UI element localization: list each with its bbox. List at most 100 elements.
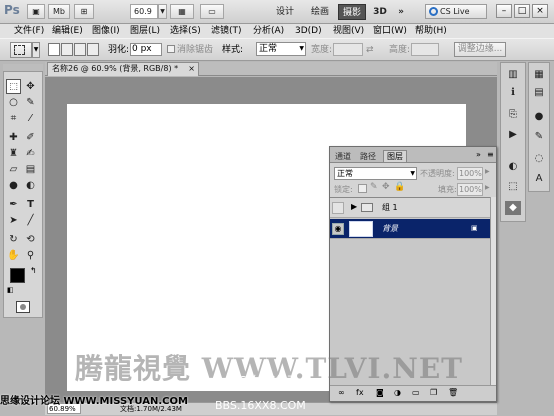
zoom-level-field[interactable]: 60.9 [130,4,158,19]
swap-colors-icon[interactable]: ↰ [30,266,37,275]
style-select[interactable]: 正常 ▼ [256,42,306,56]
lock-transparent-button[interactable] [358,184,367,193]
menu-layer[interactable]: 图层(L) [130,25,160,37]
close-tab-icon[interactable]: × [188,63,195,75]
antialias-checkbox[interactable] [167,45,175,53]
gradient-tool-icon[interactable]: ▤ [23,162,38,177]
extras-button[interactable]: ⊞ [74,4,94,19]
maximize-button[interactable]: □ [514,4,530,18]
3d-orbit-tool-icon[interactable]: ⟲ [23,232,38,247]
opacity-dropdown-icon[interactable]: ▶ [485,168,490,175]
swatches-icon[interactable]: ▤ [531,86,547,100]
rectangular-marquee-tool-icon[interactable]: ⬚ [6,79,21,94]
tool-preset-dropdown[interactable]: ▼ [32,42,40,58]
more-workspaces-button[interactable]: » [393,4,409,20]
menu-view[interactable]: 视图(V) [333,25,364,37]
move-tool-icon[interactable]: ✥ [23,79,38,94]
expand-triangle-icon[interactable]: ▶ [351,202,357,211]
arrange-documents-button[interactable]: ▦ [170,4,194,19]
layer-mask-icon[interactable]: ◙ [376,388,384,397]
path-selection-tool-icon[interactable]: ➤ [6,213,21,228]
workspace-photography[interactable]: 摄影 [338,4,366,20]
width-input[interactable] [333,43,363,56]
histogram-icon[interactable]: ▥ [505,68,521,82]
layer-row-background[interactable]: ◉ 背景 ▣ [330,219,490,239]
pen-tool-icon[interactable]: ✒ [6,197,21,212]
type-tool-icon[interactable]: T [23,197,38,212]
lock-all-icon[interactable]: 🔒 [394,182,405,192]
masks-icon[interactable]: ⬚ [505,180,521,194]
quick-mask-button[interactable] [16,301,30,313]
menu-help[interactable]: 帮助(H) [415,25,447,37]
lasso-tool-icon[interactable]: ○ [6,95,21,110]
blend-mode-select[interactable]: 正常 ▼ [334,167,417,180]
default-colors-icon[interactable]: ◧ [7,286,14,294]
color-panel-icon[interactable]: ▦ [531,68,547,82]
tab-layers[interactable]: 图层 [383,150,407,162]
bridge-button[interactable]: ▣ [27,4,45,19]
layer-style-icon[interactable]: fx [356,388,364,397]
mini-bridge-button[interactable]: Mb [48,4,70,19]
fill-input[interactable]: 100% [457,183,483,196]
foreground-color-swatch[interactable] [10,268,25,283]
blur-tool-icon[interactable]: ● [6,178,21,193]
menu-window[interactable]: 窗口(W) [373,25,407,37]
clone-source-icon[interactable]: ◌ [531,152,547,166]
menu-analysis[interactable]: 分析(A) [253,25,284,37]
workspace-3d[interactable]: 3D [369,4,391,20]
layers-panel-icon[interactable]: ◆ [505,201,521,215]
clone-stamp-tool-icon[interactable]: ♜ [6,146,21,161]
link-layers-icon[interactable]: ∞ [338,388,345,397]
refine-edge-button[interactable]: 调整边缘... [454,42,506,57]
document-tab[interactable]: 名称26 @ 60.9% (背景, RGB/8) * × [47,62,199,76]
eraser-tool-icon[interactable]: ▱ [6,162,21,177]
close-button[interactable]: × [532,4,548,18]
opacity-input[interactable]: 100% [457,167,483,180]
new-layer-icon[interactable]: ❐ [430,388,437,397]
menu-edit[interactable]: 编辑(E) [52,25,83,37]
adjustments-icon[interactable]: ◐ [505,160,521,174]
hand-tool-icon[interactable]: ✋ [6,248,21,263]
fill-dropdown-icon[interactable]: ▶ [485,184,490,191]
tab-channels[interactable]: 通道 [333,151,353,163]
new-group-icon[interactable]: ▭ [412,388,420,397]
height-input[interactable] [411,43,439,56]
lock-pixels-icon[interactable]: ✎ [370,182,378,192]
actions-icon[interactable]: ▶ [505,128,521,142]
trash-icon[interactable]: 🗑 [448,388,458,397]
lock-position-icon[interactable]: ✥ [382,182,390,192]
menu-image[interactable]: 图像(I) [92,25,120,37]
workspace-design[interactable]: 设计 [270,4,300,20]
panel-menu-icon[interactable]: ≡ [487,150,494,159]
menu-filter[interactable]: 滤镜(T) [211,25,242,37]
info-icon[interactable]: ℹ [505,86,521,100]
adjustment-layer-icon[interactable]: ◑ [394,388,401,397]
intersect-selection-button[interactable] [87,43,99,56]
crop-tool-icon[interactable]: ⌗ [6,111,21,126]
healing-brush-tool-icon[interactable]: ✚ [6,130,21,145]
new-selection-button[interactable] [48,43,60,56]
brush-tool-icon[interactable]: ✐ [23,130,38,145]
minimize-button[interactable]: – [496,4,512,18]
add-to-selection-button[interactable] [61,43,73,56]
character-icon[interactable]: A [531,172,547,186]
menu-3d[interactable]: 3D(D) [295,25,322,37]
history-brush-tool-icon[interactable]: ✍ [23,146,38,161]
workspace-painting[interactable]: 绘画 [305,4,335,20]
brushes-icon[interactable]: ✎ [531,130,547,144]
menu-select[interactable]: 选择(S) [170,25,201,37]
eyedropper-tool-icon[interactable]: ⁄ [23,111,38,126]
quick-selection-tool-icon[interactable]: ✎ [23,95,38,110]
layer-row-group[interactable]: ▶ 组 1 [330,198,490,218]
feather-input[interactable]: 0 px [130,43,162,56]
zoom-dropdown[interactable]: ▼ [158,4,167,19]
visibility-toggle[interactable] [332,202,344,214]
screen-mode-button[interactable]: ▭ [200,4,224,19]
subtract-selection-button[interactable] [74,43,86,56]
swap-icon[interactable]: ⇄ [366,44,374,56]
tool-presets-icon[interactable]: ● [531,110,547,124]
line-tool-icon[interactable]: ╱ [23,213,38,228]
layers-scrollbar[interactable] [490,197,496,385]
panel-collapse-icon[interactable]: » [476,150,481,159]
cs-live-button[interactable]: CS Live [425,4,487,19]
